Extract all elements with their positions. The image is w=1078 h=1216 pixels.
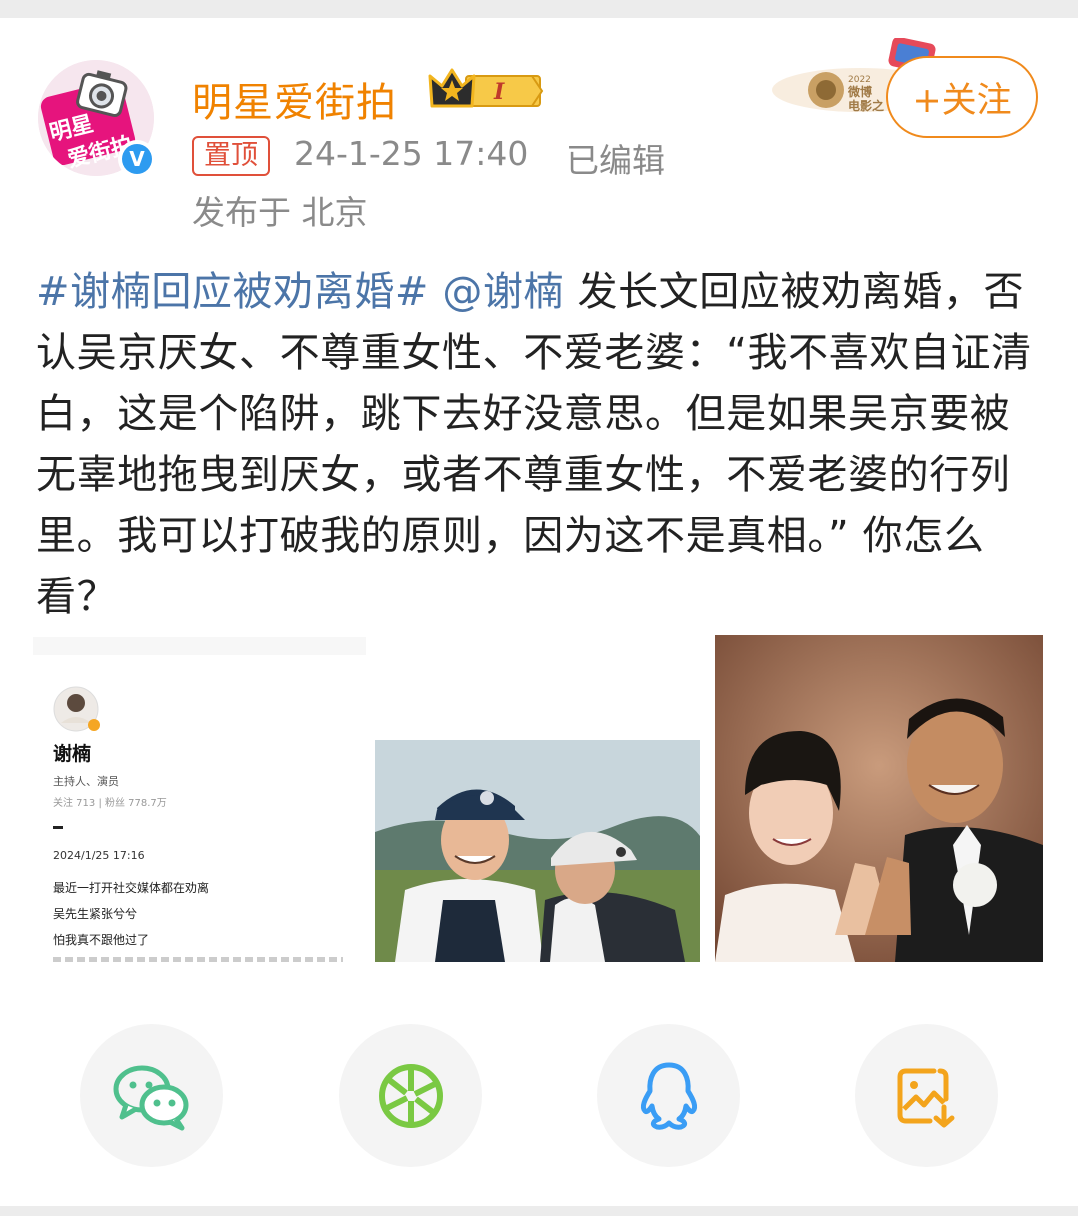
hashtag-link[interactable]: #谢楠回应被劝离婚#: [36, 269, 429, 315]
verified-mark: V: [122, 144, 152, 174]
bottom-divider: [0, 1206, 1078, 1216]
screenshot-line-2: 吴先生紧张兮兮: [53, 907, 138, 921]
svg-text:微博: 微博: [847, 84, 872, 99]
author-name[interactable]: 明星爱街拍: [192, 70, 397, 128]
verified-icon: V: [118, 140, 156, 178]
couple-outdoor-photo-icon: [375, 740, 700, 962]
profile-name: 谢楠: [53, 743, 92, 765]
share-qq-button[interactable]: [597, 1024, 740, 1167]
svg-text:2022: 2022: [848, 75, 871, 85]
mention-link[interactable]: @谢楠: [442, 269, 564, 315]
screenshot-line-3: 怕我真不跟他过了: [53, 933, 150, 947]
post-image-2[interactable]: [375, 740, 700, 962]
follow-button[interactable]: +关注: [886, 56, 1038, 138]
cut-off-line: [53, 957, 343, 962]
post-location: 发布于 北京: [192, 193, 368, 232]
save-image-button[interactable]: [855, 1024, 998, 1167]
profile-role: 主持人、演员: [53, 775, 119, 788]
post-image-1[interactable]: 谢楠 主持人、演员 关注 713 | 粉丝 778.7万 2024/1/25 1…: [33, 637, 366, 962]
share-moments-button[interactable]: [339, 1024, 482, 1167]
post-text: #谢楠回应被劝离婚# @谢楠 发长文回应被劝离婚，否认吴京厌女、不尊重女性、不爱…: [36, 262, 1046, 628]
screenshot-line-1: 最近一打开社交媒体都在劝离: [53, 881, 210, 895]
pinned-badge: 置顶: [192, 136, 270, 176]
moments-icon: [378, 1063, 443, 1128]
divider-mark: [53, 826, 63, 829]
post-body: 发长文回应被劝离婚，否认吴京厌女、不尊重女性、不爱老婆：“我不喜欢自证清白，这是…: [36, 269, 1032, 620]
vip-crown-icon[interactable]: I: [428, 66, 546, 116]
post-date: 2024/1/25 17:16: [53, 849, 145, 862]
wechat-icon: [113, 1065, 188, 1130]
post-image-3[interactable]: [715, 635, 1043, 962]
wedding-photo-icon: [715, 635, 1043, 962]
edited-label[interactable]: 已编辑: [566, 134, 665, 182]
post-time: 24-1-25 17:40: [294, 134, 529, 173]
svg-text:电影之: 电影之: [848, 98, 884, 113]
profile-stats: 关注 713 | 粉丝 778.7万: [53, 798, 167, 809]
level-badge: I: [493, 79, 505, 105]
save-image-icon: [897, 1068, 954, 1127]
share-wechat-button[interactable]: [80, 1024, 223, 1167]
qq-icon: [640, 1062, 697, 1130]
